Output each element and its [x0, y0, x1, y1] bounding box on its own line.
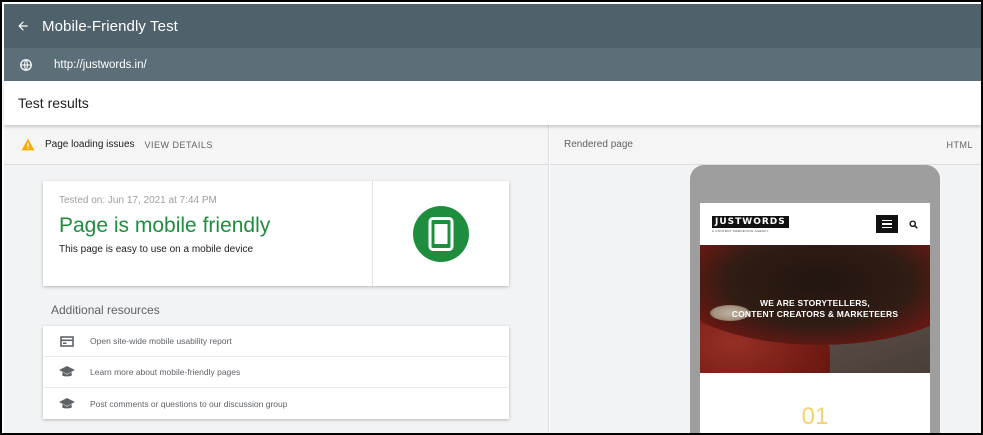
rendered-page-header: Rendered page HTML [550, 125, 981, 165]
results-header: Test results [4, 81, 981, 125]
hero-line-2: CONTENT CREATORS & MARKETEERS [731, 309, 899, 319]
verdict-subtitle: This page is easy to use on a mobile dev… [59, 244, 253, 255]
html-tab[interactable]: HTML [947, 140, 974, 150]
page-loading-issues-label: Page loading issues [45, 139, 135, 150]
site-logo: JUSTWORDS A CONTENT MARKETING AGENCY [712, 215, 789, 233]
verdict-badge-area [373, 181, 509, 286]
phone-screen[interactable]: JUSTWORDS A CONTENT MARKETING AGENCY WE … [700, 203, 930, 433]
hero-line-1: WE ARE STORYTELLERS, [760, 298, 870, 308]
result-card: Tested on: Jun 17, 2021 at 7:44 PM Page … [43, 181, 509, 286]
hamburger-menu-icon[interactable] [876, 215, 898, 233]
school-icon [58, 365, 76, 379]
results-pane: Page loading issues VIEW DETAILS Tested … [4, 125, 549, 433]
resource-item[interactable]: Open site-wide mobile usability report [43, 326, 509, 357]
report-icon [58, 334, 76, 348]
globe-icon [4, 48, 48, 81]
resource-item[interactable]: Learn more about mobile-friendly pages [43, 357, 509, 388]
tested-on-timestamp: Tested on: Jun 17, 2021 at 7:44 PM [59, 195, 217, 206]
warning-icon [20, 137, 36, 153]
app-frame: Mobile-Friendly Test http://justwords.in… [0, 0, 983, 435]
resource-label[interactable]: Learn more about mobile-friendly pages [90, 367, 240, 377]
resource-item[interactable]: Post comments or questions to our discus… [43, 388, 509, 419]
resource-label[interactable]: Post comments or questions to our discus… [90, 399, 288, 409]
app-header: Mobile-Friendly Test [4, 4, 981, 48]
page-loading-issues-row: Page loading issues VIEW DETAILS [4, 125, 548, 165]
url-bar: http://justwords.in/ [4, 48, 981, 81]
site-header: JUSTWORDS A CONTENT MARKETING AGENCY [700, 203, 930, 245]
site-logo-text: JUSTWORDS [712, 215, 789, 228]
rendered-page-pane: Rendered page HTML JUSTWORDS A CONTENT M… [550, 125, 981, 433]
additional-resources-list: Open site-wide mobile usability report L… [43, 326, 509, 419]
results-title: Test results [18, 95, 89, 111]
site-header-actions [876, 215, 918, 233]
phone-mockup: JUSTWORDS A CONTENT MARKETING AGENCY WE … [690, 165, 940, 433]
mobile-friendly-phone-icon [413, 205, 469, 262]
section-number: 01 [801, 403, 829, 430]
result-summary: Tested on: Jun 17, 2021 at 7:44 PM Page … [43, 181, 373, 286]
rendered-page-tab[interactable]: Rendered page [564, 139, 633, 150]
resource-label[interactable]: Open site-wide mobile usability report [90, 336, 232, 346]
site-logo-tagline: A CONTENT MARKETING AGENCY [712, 228, 769, 233]
verdict-title: Page is mobile friendly [59, 214, 271, 237]
search-icon[interactable] [908, 219, 918, 229]
hero-headline: WE ARE STORYTELLERS, CONTENT CREATORS & … [700, 298, 930, 320]
tested-url[interactable]: http://justwords.in/ [54, 59, 147, 71]
page-title: Mobile-Friendly Test [42, 17, 178, 35]
hero-image: WE ARE STORYTELLERS, CONTENT CREATORS & … [700, 245, 930, 373]
view-details-link[interactable]: VIEW DETAILS [145, 140, 213, 150]
back-arrow-icon[interactable] [4, 4, 42, 48]
additional-resources-title: Additional resources [51, 303, 160, 317]
school-icon [58, 397, 76, 411]
